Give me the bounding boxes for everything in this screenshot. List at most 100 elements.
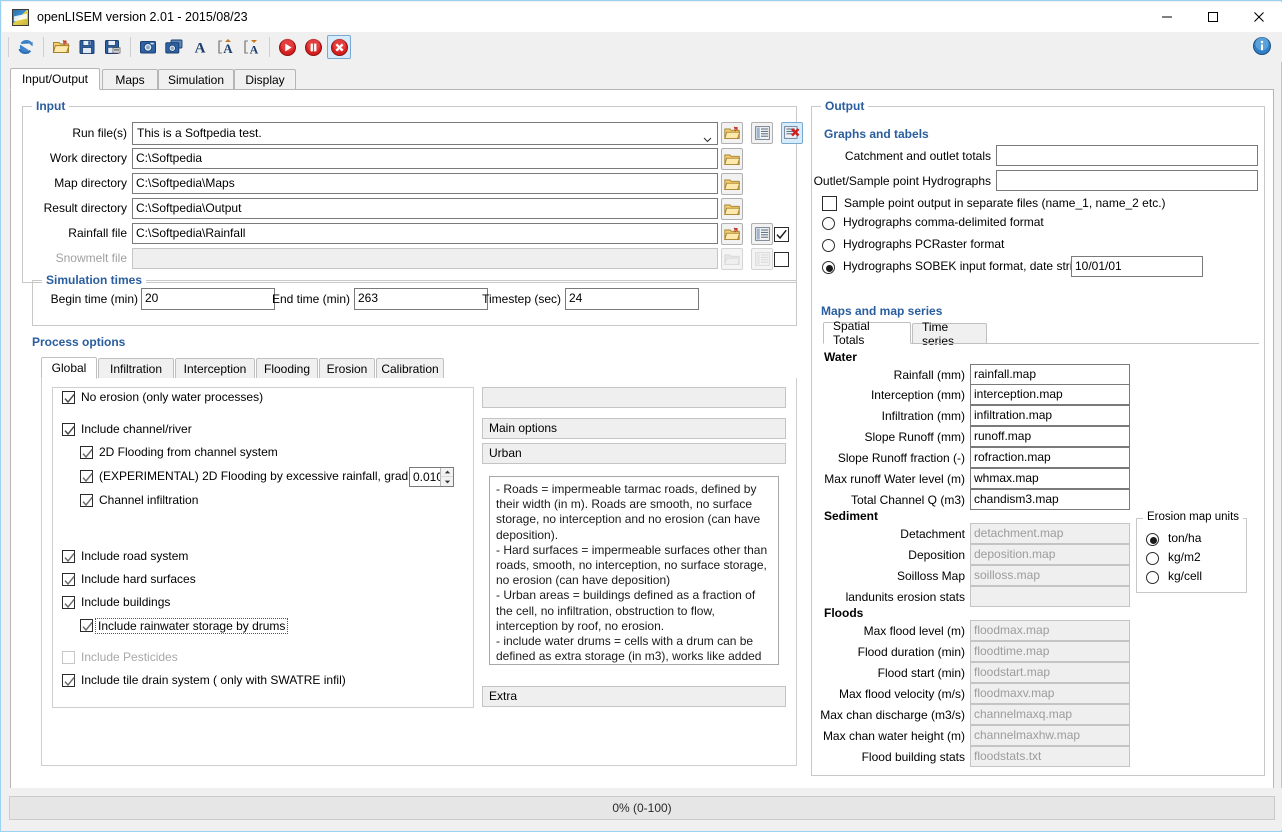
save-icon[interactable] <box>75 35 99 59</box>
minimize-button[interactable] <box>1144 2 1190 32</box>
sobek-date-input[interactable]: 10/01/01 <box>1071 256 1203 277</box>
maps-series-heading: Maps and map series <box>821 304 943 318</box>
tab-infiltration[interactable]: Infiltration <box>98 358 174 379</box>
snowmelt-file-label: Snowmelt file <box>55 251 127 265</box>
spinner-up-icon[interactable] <box>440 468 453 477</box>
flood-building-stats-label: Flood building stats <box>861 750 965 764</box>
screenshot-icon[interactable] <box>136 35 160 59</box>
radio-dot <box>826 265 833 272</box>
tab-calibration[interactable]: Calibration <box>376 358 444 379</box>
reset-icon[interactable] <box>14 35 38 59</box>
run-file-list-button[interactable] <box>751 122 773 144</box>
channel-infiltration-checkbox[interactable] <box>80 494 93 507</box>
browse-rainfall-file-button[interactable] <box>721 223 743 245</box>
toolbar-separator <box>43 37 44 57</box>
max-chan-water-height-label: Max chan water height (m) <box>822 729 965 743</box>
spinner-down-icon[interactable] <box>440 477 453 486</box>
include-buildings-checkbox[interactable] <box>62 596 75 609</box>
run-files-combo[interactable]: This is a Softpedia test. <box>132 122 718 145</box>
include-hard-surfaces-checkbox[interactable] <box>62 573 75 586</box>
flooding-excessive-rainfall-checkbox[interactable] <box>80 470 93 483</box>
maximize-button[interactable] <box>1190 2 1236 32</box>
options-bar-main[interactable]: Main options <box>482 418 786 439</box>
font-decrease-icon[interactable]: A <box>240 35 264 59</box>
tab-global[interactable]: Global <box>41 357 97 379</box>
save-as-icon[interactable] <box>101 35 125 59</box>
tab-spatial-totals[interactable]: Spatial Totals <box>823 319 911 347</box>
format-comma-label: Hydrographs comma-delimited format <box>843 215 1044 229</box>
chevron-down-icon <box>703 131 712 143</box>
result-directory-input[interactable]: C:\Softpedia\Output <box>132 198 718 219</box>
close-button[interactable] <box>1236 2 1282 32</box>
rainfall-enabled-checkbox[interactable] <box>774 227 789 242</box>
format-pcraster-label: Hydrographs PCRaster format <box>843 237 1005 251</box>
include-rainwater-storage-checkbox[interactable] <box>80 619 93 632</box>
work-directory-input[interactable]: C:\Softpedia <box>132 148 718 169</box>
separate-files-checkbox[interactable] <box>822 196 837 211</box>
include-road-system-checkbox[interactable] <box>62 550 75 563</box>
tab-flooding[interactable]: Flooding <box>256 358 318 379</box>
interception-map-input[interactable]: interception.map <box>970 384 1130 405</box>
info-icon[interactable] <box>1252 36 1272 56</box>
browse-map-directory-button[interactable] <box>721 173 743 195</box>
tab-simulation[interactable]: Simulation <box>158 69 234 90</box>
snowmelt-enabled-checkbox[interactable] <box>774 252 789 267</box>
catchment-totals-input[interactable] <box>996 145 1258 166</box>
max-runoff-water-level-input[interactable]: whmax.map <box>970 468 1130 489</box>
delete-run-file-button[interactable] <box>781 122 803 144</box>
erosion-unit-kgm2-radio[interactable] <box>1146 552 1159 565</box>
format-sobek-radio[interactable] <box>822 261 835 274</box>
format-comma-radio[interactable] <box>822 217 835 230</box>
end-time-label: End time (min) <box>271 292 350 306</box>
options-bar-urban[interactable]: Urban <box>482 443 786 464</box>
browse-run-file-button[interactable] <box>721 122 743 144</box>
erosion-unit-tonha-radio[interactable] <box>1146 533 1159 546</box>
infiltration-map-input[interactable]: infiltration.map <box>970 405 1130 426</box>
max-chan-discharge-input: channelmaxq.map <box>970 704 1130 725</box>
stop-icon[interactable] <box>327 35 351 59</box>
browse-work-directory-button[interactable] <box>721 148 743 170</box>
rainfall-map-input[interactable]: rainfall.map <box>970 364 1130 385</box>
tab-display[interactable]: Display <box>234 69 296 90</box>
max-chan-discharge-label: Max chan discharge (m3/s) <box>820 708 965 722</box>
options-bar-extra[interactable]: Extra <box>482 686 786 707</box>
run-icon[interactable] <box>275 35 299 59</box>
gradient-spinbox[interactable]: 0.010 <box>409 467 454 487</box>
tab-interception[interactable]: Interception <box>175 358 255 379</box>
end-time-input[interactable]: 263 <box>354 288 488 310</box>
browse-result-directory-button[interactable] <box>721 198 743 220</box>
run-files-value: This is a Softpedia test. <box>137 126 262 140</box>
screenshot-series-icon[interactable] <box>162 35 186 59</box>
font-icon[interactable]: A <box>188 35 212 59</box>
gradient-value: 0.010 <box>413 470 444 484</box>
no-erosion-checkbox[interactable] <box>62 391 75 404</box>
format-pcraster-radio[interactable] <box>822 239 835 252</box>
open-file-icon[interactable] <box>49 35 73 59</box>
map-directory-input[interactable]: C:\Softpedia\Maps <box>132 173 718 194</box>
flooding-from-channel-checkbox[interactable] <box>80 446 93 459</box>
hydrographs-input[interactable] <box>996 170 1258 191</box>
tab-time-series[interactable]: Time series <box>912 320 987 348</box>
begin-time-input[interactable]: 20 <box>141 288 275 310</box>
include-channel-checkbox[interactable] <box>62 423 75 436</box>
total-channel-q-input[interactable]: chandism3.map <box>970 489 1130 510</box>
tab-erosion[interactable]: Erosion <box>319 358 375 379</box>
progress-bar: 0% (0-100) <box>9 796 1275 820</box>
tab-input-output[interactable]: Input/Output <box>10 68 100 90</box>
slope-runoff-fraction-input[interactable]: rofraction.map <box>970 447 1130 468</box>
rainfall-file-list-button[interactable] <box>751 223 773 245</box>
pause-icon[interactable] <box>301 35 325 59</box>
svg-text:A: A <box>195 41 206 57</box>
rainfall-file-input[interactable]: C:\Softpedia\Rainfall <box>132 223 718 244</box>
erosion-unit-kgcell-radio[interactable] <box>1146 571 1159 584</box>
slope-runoff-map-input[interactable]: runoff.map <box>970 426 1130 447</box>
font-increase-icon[interactable]: A <box>214 35 238 59</box>
timestep-input[interactable]: 24 <box>565 288 699 310</box>
process-options-tab-strip: Global Infiltration Interception Floodin… <box>41 357 797 379</box>
detachment-input: detachment.map <box>970 523 1130 544</box>
options-bar-empty[interactable] <box>482 387 786 408</box>
deposition-input: deposition.map <box>970 544 1130 565</box>
include-tile-drain-checkbox[interactable] <box>62 674 75 687</box>
tab-maps[interactable]: Maps <box>102 69 158 90</box>
erosion-unit-kgcell-label: kg/cell <box>1168 569 1203 583</box>
